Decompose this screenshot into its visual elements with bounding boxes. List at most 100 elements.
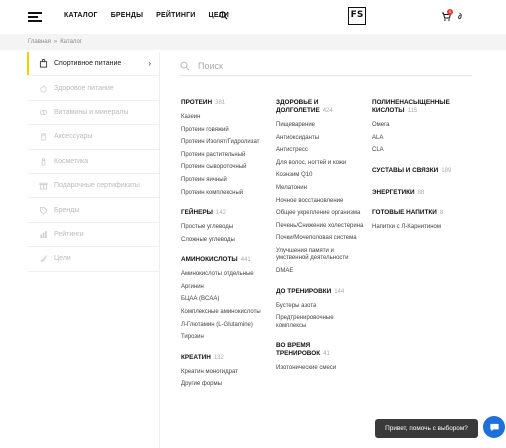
- chat-prompt[interactable]: Привет, помочь с выбором?: [375, 419, 478, 438]
- subcategory-link[interactable]: Омега: [372, 122, 460, 130]
- subcategory-link[interactable]: Комплексные аминокислоты: [181, 309, 269, 317]
- subcategory-link[interactable]: Казеин: [181, 114, 269, 122]
- category-energy: Энергетики 88: [372, 189, 460, 197]
- subcategory-link[interactable]: Ночное восстановление: [276, 198, 364, 206]
- sidebar-item-vitamins[interactable]: Витамины и минералы: [28, 101, 159, 126]
- subcategory-link[interactable]: Мелатонин: [276, 185, 364, 193]
- catalog-column-2: Здоровье и долголетие 424 Пищеварение Ант…: [276, 99, 364, 385]
- sidebar-item-sports-nutrition[interactable]: Спортивное питание ›: [27, 52, 159, 77]
- subcategory-link[interactable]: Почки/Мочеполовая система: [276, 235, 364, 243]
- sidebar-item-accessories[interactable]: Аксессуары: [28, 125, 159, 150]
- subcategory-link[interactable]: ALA: [372, 135, 460, 143]
- chart-icon: [38, 229, 48, 239]
- sidebar-item-gift-cards[interactable]: Подарочные сертификаты: [28, 174, 159, 199]
- sidebar-item-healthy-food[interactable]: Здоровое питание: [28, 76, 159, 101]
- subcategory-link[interactable]: Пищеварение: [276, 122, 364, 130]
- subcategory-link[interactable]: БЦАА (BCAA): [181, 296, 269, 304]
- subcategory-link[interactable]: Бустеры азота: [276, 303, 364, 311]
- subcategory-link[interactable]: Протеин растительный: [181, 152, 269, 160]
- category-count: 381: [215, 100, 226, 106]
- subcategory-link[interactable]: DMAE: [276, 268, 364, 276]
- search-icon[interactable]: [219, 11, 228, 20]
- nav-ratings[interactable]: РЕЙТИНГИ: [156, 12, 195, 19]
- subcategory-link[interactable]: Улучшения памяти и умственной деятельнос…: [276, 248, 364, 263]
- category-title[interactable]: Гейнеры 142: [181, 209, 269, 217]
- subcategory-link[interactable]: Тирозин: [181, 334, 269, 342]
- subcategory-link[interactable]: Антистресс: [276, 147, 364, 155]
- sidebar-item-label: Бренды: [54, 206, 80, 214]
- category-title[interactable]: Полиненасыщенные кислоты 115: [372, 99, 460, 115]
- sidebar-item-cosmetics[interactable]: Косметика: [28, 150, 159, 174]
- subcategory-link[interactable]: Аминокислоты отдельные: [181, 271, 269, 279]
- category-count: 41: [323, 351, 330, 358]
- sidebar-item-label: Цели: [54, 255, 71, 263]
- subcategory-link[interactable]: Предтренировочные комплексы: [276, 315, 364, 330]
- sidebar-item-brands[interactable]: Бренды: [28, 198, 159, 223]
- subcategory-link[interactable]: Протеин яичный: [181, 177, 269, 185]
- sidebar-item-label: Подарочные сертификаты: [54, 182, 140, 190]
- category-intra-workout: Во время тренировок 41 Изотонические смес…: [276, 342, 364, 373]
- category-count: 132: [213, 354, 224, 361]
- sidebar-item-label: Рейтинги: [54, 230, 84, 238]
- subcategory-link[interactable]: Другие формы: [181, 381, 269, 389]
- category-count: 189: [441, 167, 452, 174]
- category-count: 142: [215, 210, 226, 217]
- sidebar-item-label: Спортивное питание: [54, 60, 122, 68]
- subcategory-link[interactable]: Протеин Изолят/Гидролизат: [181, 139, 269, 147]
- subcategory-link[interactable]: Протеин говяжий: [181, 127, 269, 135]
- category-title[interactable]: Креатин 132: [181, 354, 269, 362]
- sidebar-item-ratings[interactable]: Рейтинги: [28, 223, 159, 248]
- category-title[interactable]: Аминокислоты 441: [181, 256, 269, 264]
- shaker-icon: [38, 132, 48, 142]
- subcategory-link[interactable]: Л-Глютамин (L-Glutamine): [181, 322, 269, 330]
- breadcrumb-separator: »: [53, 39, 58, 45]
- header: КАТАЛОГ БРЕНДЫ РЕЙТИНГИ ЦЕЛИ FS 0 ∂: [0, 0, 506, 34]
- category-title[interactable]: Здоровье и долголетие 424: [276, 99, 364, 115]
- subcategory-link[interactable]: Антиоксиданты: [276, 135, 364, 143]
- category-fatty-acids: Полиненасыщенные кислоты 115 Омега ALA CL…: [372, 99, 460, 155]
- category-count: 424: [322, 108, 333, 114]
- search-input[interactable]: [198, 59, 458, 73]
- subcategory-link[interactable]: Сложные углеводы: [181, 237, 269, 245]
- subcategory-link[interactable]: Протеин комплексный: [181, 190, 269, 198]
- sidebar-item-label: Аксессуары: [54, 133, 93, 141]
- category-health: Здоровье и долголетие 424 Пищеварение Ант…: [276, 99, 364, 276]
- nav-brands[interactable]: БРЕНДЫ: [111, 12, 143, 19]
- catalog-search: [180, 58, 472, 76]
- subcategory-link[interactable]: Печень/Снижение холестерина: [276, 223, 364, 231]
- subcategory-link[interactable]: Коэнзим Q10: [276, 172, 364, 180]
- category-count: 144: [334, 288, 345, 295]
- category-title[interactable]: Готовые напитки 8: [372, 209, 460, 217]
- subcategory-link[interactable]: Для волос, ногтей и кожи: [276, 160, 364, 168]
- sidebar-item-goals[interactable]: Цели: [28, 247, 159, 272]
- sidebar-item-label: Здоровое питание: [54, 84, 114, 92]
- subcategory-link[interactable]: Напитки с Л-Карнитином: [372, 224, 460, 232]
- category-title[interactable]: Энергетики 88: [372, 189, 460, 197]
- subcategory-link[interactable]: Креатин моногидрат: [181, 369, 269, 377]
- category-title[interactable]: Во время тренировок 41: [276, 342, 364, 358]
- category-title[interactable]: Протеин 381: [181, 99, 269, 107]
- breadcrumb-home[interactable]: Главная: [28, 39, 51, 45]
- user-icon[interactable]: ∂: [458, 12, 462, 21]
- category-title[interactable]: Суставы и связки 189: [372, 167, 460, 175]
- chat-button[interactable]: [483, 416, 505, 438]
- gift-icon: [38, 181, 48, 191]
- breadcrumb-current: Каталог: [60, 39, 82, 45]
- category-joints: Суставы и связки 189: [372, 167, 460, 175]
- sidebar-item-label: Витамины и минералы: [54, 108, 129, 116]
- category-title[interactable]: До тренировки 144: [276, 288, 364, 296]
- category-protein: Протеин 381 Казеин Протеин говяжий Протеи…: [181, 99, 269, 197]
- subcategory-link[interactable]: Простые углеводы: [181, 224, 269, 232]
- menu-icon[interactable]: [28, 12, 42, 22]
- rocket-icon: [38, 254, 48, 264]
- catalog-column-1: Протеин 381 Казеин Протеин говяжий Протеи…: [181, 99, 269, 401]
- subcategory-link[interactable]: Протеин сывороточный: [181, 164, 269, 172]
- subcategory-link[interactable]: Изотонические смеси: [276, 365, 364, 373]
- nav-catalog[interactable]: КАТАЛОГ: [64, 12, 98, 19]
- subcategory-link[interactable]: CLA: [372, 147, 460, 155]
- category-creatine: Креатин 132 Креатин моногидрат Другие фор…: [181, 354, 269, 389]
- tag-icon: [38, 205, 48, 215]
- logo[interactable]: FS: [348, 7, 366, 25]
- subcategory-link[interactable]: Общее укрепление организма: [276, 210, 364, 218]
- subcategory-link[interactable]: Аргинин: [181, 284, 269, 292]
